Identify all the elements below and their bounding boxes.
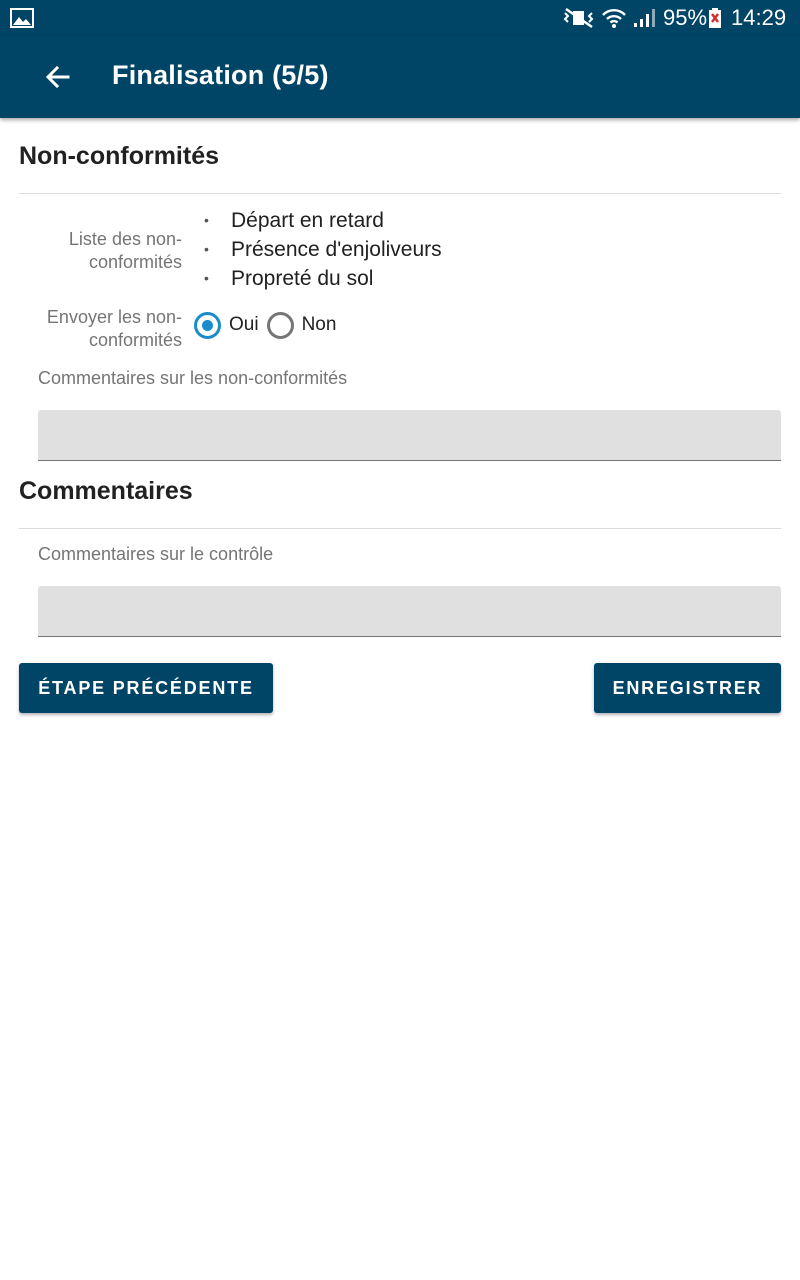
battery-percent: 95% [663, 5, 708, 30]
nonconformities-comment-caption: Commentaires sur les non-conformités [38, 368, 348, 388]
bullet-icon: • [204, 212, 209, 228]
list-item: • Départ en retard [204, 206, 442, 235]
bullet-icon: • [204, 270, 209, 286]
wifi-icon [601, 0, 627, 36]
nonconformities-list: • Départ en retard • Présence d'enjolive… [204, 206, 442, 293]
divider [19, 193, 781, 194]
vibrate-mute-icon [562, 0, 596, 36]
back-button[interactable] [38, 57, 78, 97]
nonconformities-comment-input[interactable] [38, 410, 781, 461]
bullet-icon: • [204, 241, 209, 257]
radio-unchecked-icon[interactable] [266, 311, 294, 339]
radio-option-oui[interactable]: Oui [194, 311, 259, 339]
radio-label-non[interactable]: Non [302, 314, 337, 336]
radio-option-non[interactable]: Non [266, 311, 337, 339]
status-bar: 95% 14:29 [0, 0, 800, 36]
control-comment-input[interactable] [38, 586, 781, 637]
arrow-left-icon [45, 65, 70, 89]
page-title: Finalisation (5/5) [112, 60, 329, 90]
nonconformities-list-label: Liste des non-conformités [68, 229, 182, 272]
save-button[interactable]: ENREGISTRER [594, 663, 781, 713]
list-item: • Propreté du sol [204, 264, 442, 293]
radio-label-oui[interactable]: Oui [229, 314, 259, 336]
app-bar: Finalisation (5/5) [0, 36, 800, 118]
control-comment-caption: Commentaires sur le contrôle [38, 544, 274, 564]
divider [19, 528, 781, 529]
signal-icon [632, 0, 658, 36]
list-item: • Présence d'enjoliveurs [204, 235, 442, 264]
send-nonconformities-label: Envoyer les non-conformités [46, 307, 182, 350]
send-nonconformities-radio-group: Oui Non [194, 310, 344, 340]
status-time: 14:29 [731, 5, 787, 30]
gallery-notification-icon [10, 0, 34, 36]
battery-icon [708, 0, 722, 36]
section-title-comments: Commentaires [19, 477, 193, 505]
radio-checked-icon[interactable] [194, 311, 221, 339]
section-title-nonconformities: Non-conformités [19, 142, 219, 170]
previous-step-button[interactable]: ÉTAPE PRÉCÉDENTE [19, 663, 273, 713]
